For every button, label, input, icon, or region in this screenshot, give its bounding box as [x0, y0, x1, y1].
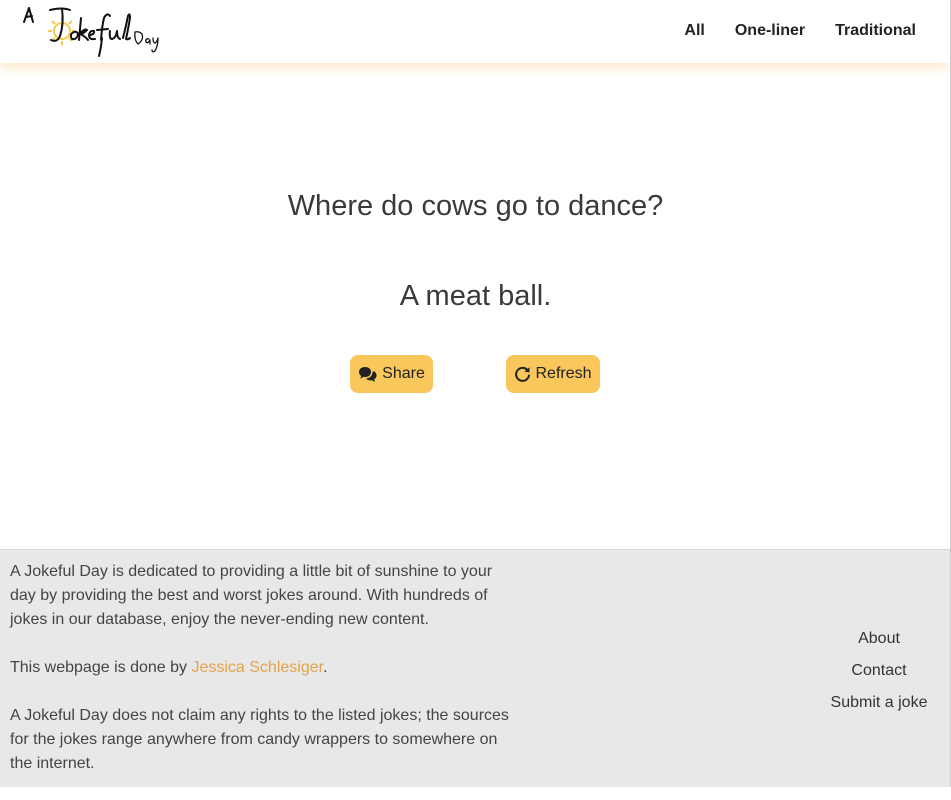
- footer-link-contact[interactable]: Contact: [819, 655, 939, 687]
- joke-panel: Where do cows go to dance? A meat ball. …: [0, 63, 951, 549]
- comments-icon: [358, 366, 378, 383]
- footer-disclaimer: A Jokeful Day does not claim any rights …: [10, 707, 509, 772]
- refresh-icon: [514, 366, 531, 383]
- nav-one-liner[interactable]: One-liner: [735, 22, 805, 40]
- refresh-label: Refresh: [535, 365, 592, 382]
- joke-question: Where do cows go to dance?: [287, 190, 664, 222]
- author-link[interactable]: Jessica Schlesiger: [191, 659, 323, 676]
- refresh-button[interactable]: Refresh: [506, 355, 600, 393]
- main-nav: All One-liner Traditional: [654, 22, 916, 40]
- site-footer: A Jokeful Day is dedicated to providing …: [0, 549, 951, 787]
- share-label: Share: [382, 365, 425, 382]
- nav-all[interactable]: All: [684, 22, 704, 40]
- site-header: All One-liner Traditional: [0, 0, 951, 63]
- site-logo[interactable]: [22, 2, 167, 58]
- footer-links: About Contact Submit a joke: [819, 623, 939, 719]
- footer-link-about[interactable]: About: [819, 623, 939, 655]
- footer-about-text: A Jokeful Day is dedicated to providing …: [10, 563, 493, 628]
- credit-prefix: This webpage is done by: [10, 659, 192, 676]
- footer-link-submit-joke[interactable]: Submit a joke: [819, 687, 939, 719]
- footer-info: A Jokeful Day is dedicated to providing …: [10, 560, 520, 800]
- footer-credit: This webpage is done by Jessica Schlesig…: [10, 656, 520, 680]
- nav-traditional[interactable]: Traditional: [835, 22, 916, 40]
- credit-suffix: .: [323, 659, 328, 676]
- share-button[interactable]: Share: [350, 355, 433, 393]
- joke-answer: A meat ball.: [399, 280, 552, 312]
